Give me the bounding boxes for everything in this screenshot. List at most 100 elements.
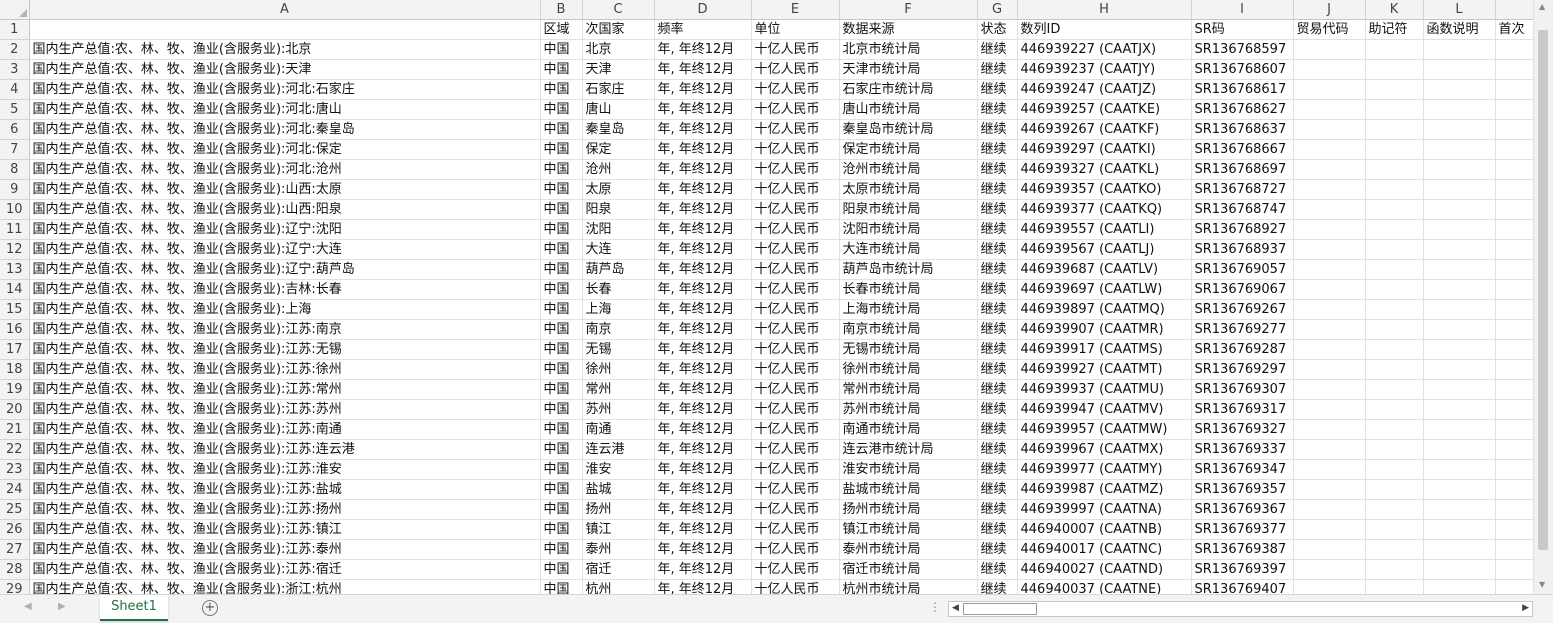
- cell[interactable]: SR136769347: [1191, 459, 1294, 480]
- cell[interactable]: 十亿人民币: [751, 519, 840, 540]
- cell[interactable]: 年, 年终12月: [654, 39, 752, 60]
- cell[interactable]: [1423, 119, 1496, 140]
- cell[interactable]: [1423, 579, 1496, 594]
- cell[interactable]: [1423, 179, 1496, 200]
- cell[interactable]: [1495, 559, 1536, 580]
- cell[interactable]: 446940017 (CAATNC): [1017, 539, 1192, 560]
- cell[interactable]: 中国: [540, 139, 583, 160]
- row-header[interactable]: 14: [0, 279, 30, 300]
- cell[interactable]: 南通市统计局: [839, 419, 978, 440]
- cell[interactable]: 十亿人民币: [751, 99, 840, 120]
- cell[interactable]: 石家庄市统计局: [839, 79, 978, 100]
- cell[interactable]: 年, 年终12月: [654, 99, 752, 120]
- cell[interactable]: 长春市统计局: [839, 279, 978, 300]
- cell[interactable]: [1423, 539, 1496, 560]
- cell[interactable]: [1423, 299, 1496, 320]
- cell[interactable]: 年, 年终12月: [654, 539, 752, 560]
- cell[interactable]: 国内生产总值:农、林、牧、渔业(含服务业):江苏:扬州: [29, 499, 541, 520]
- cell[interactable]: 十亿人民币: [751, 219, 840, 240]
- cell[interactable]: 国内生产总值:农、林、牧、渔业(含服务业):江苏:南京: [29, 319, 541, 340]
- cell[interactable]: 中国: [540, 479, 583, 500]
- cell[interactable]: 年, 年终12月: [654, 239, 752, 260]
- cell[interactable]: [1495, 439, 1536, 460]
- cell[interactable]: 保定市统计局: [839, 139, 978, 160]
- cell[interactable]: 国内生产总值:农、林、牧、渔业(含服务业):江苏:连云港: [29, 439, 541, 460]
- cell[interactable]: SR136768627: [1191, 99, 1294, 120]
- cell[interactable]: 中国: [540, 159, 583, 180]
- cell[interactable]: 中国: [540, 539, 583, 560]
- cell[interactable]: 国内生产总值:农、林、牧、渔业(含服务业):江苏:苏州: [29, 399, 541, 420]
- row-header[interactable]: 10: [0, 199, 30, 220]
- cell[interactable]: [1293, 339, 1366, 360]
- cell[interactable]: [1423, 499, 1496, 520]
- cell[interactable]: 中国: [540, 519, 583, 540]
- cell[interactable]: 中国: [540, 379, 583, 400]
- cell[interactable]: 446939257 (CAATKE): [1017, 99, 1192, 120]
- cell[interactable]: [1293, 39, 1366, 60]
- cell[interactable]: 年, 年终12月: [654, 259, 752, 280]
- cell[interactable]: 连云港: [582, 439, 655, 460]
- cell[interactable]: 十亿人民币: [751, 259, 840, 280]
- cell[interactable]: 继续: [977, 379, 1018, 400]
- row-header[interactable]: 8: [0, 159, 30, 180]
- cell[interactable]: 秦皇岛: [582, 119, 655, 140]
- cell[interactable]: [1423, 239, 1496, 260]
- cell[interactable]: [1293, 519, 1366, 540]
- cell[interactable]: [1365, 399, 1424, 420]
- cell[interactable]: [1423, 219, 1496, 240]
- cell[interactable]: 沧州: [582, 159, 655, 180]
- cell[interactable]: 446939237 (CAATJY): [1017, 59, 1192, 80]
- cell[interactable]: 446939897 (CAATMQ): [1017, 299, 1192, 320]
- cell[interactable]: [1293, 259, 1366, 280]
- cell[interactable]: SR136769057: [1191, 259, 1294, 280]
- cell[interactable]: 国内生产总值:农、林、牧、渔业(含服务业):河北:唐山: [29, 99, 541, 120]
- row-header[interactable]: 2: [0, 39, 30, 60]
- cell[interactable]: [1495, 39, 1536, 60]
- row-header[interactable]: 4: [0, 79, 30, 100]
- vertical-scrollbar[interactable]: ▲ ▼: [1533, 0, 1553, 594]
- cell[interactable]: [1293, 59, 1366, 80]
- scroll-left-arrow-icon[interactable]: ◀: [952, 603, 959, 613]
- cell[interactable]: 446939997 (CAATNA): [1017, 499, 1192, 520]
- cell[interactable]: 446939687 (CAATLV): [1017, 259, 1192, 280]
- cell[interactable]: [1365, 439, 1424, 460]
- cell[interactable]: [1423, 479, 1496, 500]
- vertical-scroll-thumb[interactable]: [1538, 30, 1548, 550]
- cell[interactable]: 年, 年终12月: [654, 299, 752, 320]
- cell[interactable]: 中国: [540, 359, 583, 380]
- cell[interactable]: [1365, 379, 1424, 400]
- cell[interactable]: 年, 年终12月: [654, 499, 752, 520]
- cell[interactable]: 秦皇岛市统计局: [839, 119, 978, 140]
- cell[interactable]: SR136768617: [1191, 79, 1294, 100]
- cell[interactable]: 阳泉: [582, 199, 655, 220]
- prev-sheet-icon[interactable]: ◀: [24, 601, 32, 612]
- select-all-corner[interactable]: [0, 0, 30, 20]
- cell[interactable]: SR136769317: [1191, 399, 1294, 420]
- cell[interactable]: 十亿人民币: [751, 399, 840, 420]
- cell[interactable]: 十亿人民币: [751, 379, 840, 400]
- cell[interactable]: 年, 年终12月: [654, 579, 752, 594]
- cell[interactable]: [1495, 279, 1536, 300]
- cell[interactable]: 继续: [977, 579, 1018, 594]
- cell[interactable]: 446939977 (CAATMY): [1017, 459, 1192, 480]
- row-header[interactable]: 13: [0, 259, 30, 280]
- cell[interactable]: 中国: [540, 239, 583, 260]
- cell[interactable]: 十亿人民币: [751, 159, 840, 180]
- cell[interactable]: 数据来源: [839, 19, 978, 40]
- cell[interactable]: SR码: [1191, 19, 1294, 40]
- cell[interactable]: 446939697 (CAATLW): [1017, 279, 1192, 300]
- cell[interactable]: 盐城市统计局: [839, 479, 978, 500]
- cell[interactable]: 继续: [977, 319, 1018, 340]
- cell[interactable]: 阳泉市统计局: [839, 199, 978, 220]
- cell[interactable]: 连云港市统计局: [839, 439, 978, 460]
- column-header[interactable]: I: [1191, 0, 1294, 20]
- cell[interactable]: 继续: [977, 399, 1018, 420]
- cell[interactable]: 十亿人民币: [751, 179, 840, 200]
- cell[interactable]: 中国: [540, 219, 583, 240]
- cell[interactable]: [1293, 119, 1366, 140]
- cell[interactable]: 年, 年终12月: [654, 479, 752, 500]
- cell[interactable]: [1423, 439, 1496, 460]
- cell[interactable]: 年, 年终12月: [654, 139, 752, 160]
- row-header[interactable]: 26: [0, 519, 30, 540]
- cell[interactable]: [1293, 239, 1366, 260]
